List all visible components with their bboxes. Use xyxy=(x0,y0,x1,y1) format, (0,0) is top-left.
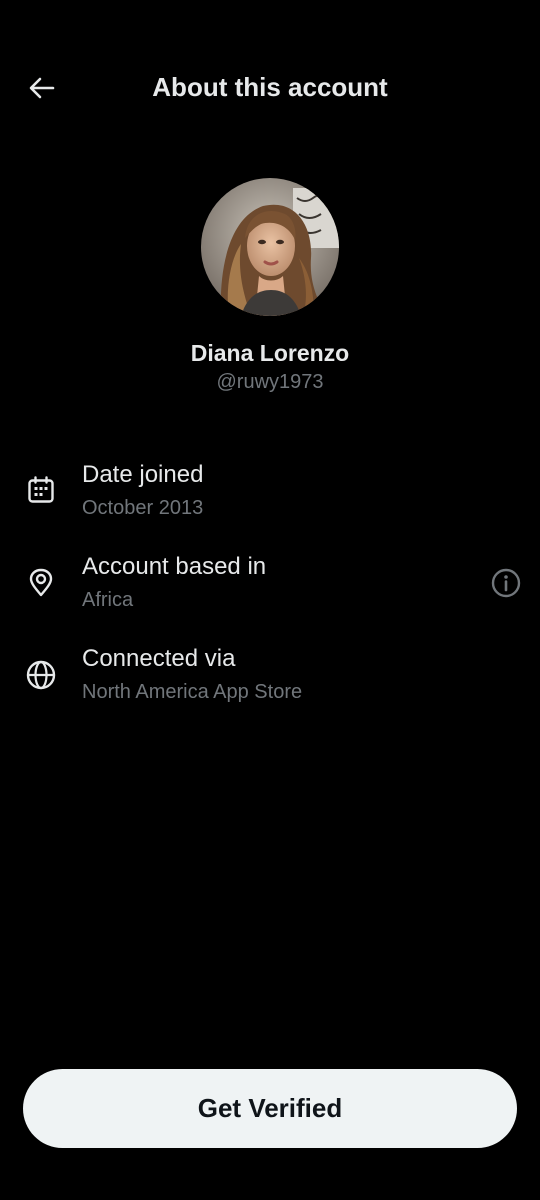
profile-photo xyxy=(201,178,339,316)
globe-icon xyxy=(26,660,56,690)
page-title: About this account xyxy=(152,72,388,102)
row-label: Date joined xyxy=(82,461,204,488)
row-icon-wrapper xyxy=(24,658,58,692)
row-value: October 2013 xyxy=(82,497,204,519)
info-row-date-joined: Date joined October 2013 xyxy=(0,452,540,532)
username-handle: @ruwy1973 xyxy=(216,371,324,393)
display-name: Diana Lorenzo xyxy=(190,340,350,366)
info-row-account-based-in: Account based in Africa xyxy=(0,544,540,624)
calendar-icon xyxy=(28,476,54,503)
row-label: Account based in xyxy=(82,553,267,580)
row-label: Connected via xyxy=(82,645,236,672)
get-verified-button[interactable]: Get Verified xyxy=(23,1069,517,1148)
row-icon-wrapper xyxy=(24,566,58,600)
info-button[interactable] xyxy=(488,565,524,601)
location-pin-icon xyxy=(29,568,53,597)
info-row-connected-via: Connected via North America App Store xyxy=(0,636,540,716)
row-icon-wrapper xyxy=(24,473,58,507)
avatar[interactable] xyxy=(201,178,339,316)
info-circle-icon xyxy=(491,568,521,598)
row-value: North America App Store xyxy=(82,681,303,703)
row-value: Africa xyxy=(82,589,134,611)
top-app-bar: About this account xyxy=(0,0,540,172)
